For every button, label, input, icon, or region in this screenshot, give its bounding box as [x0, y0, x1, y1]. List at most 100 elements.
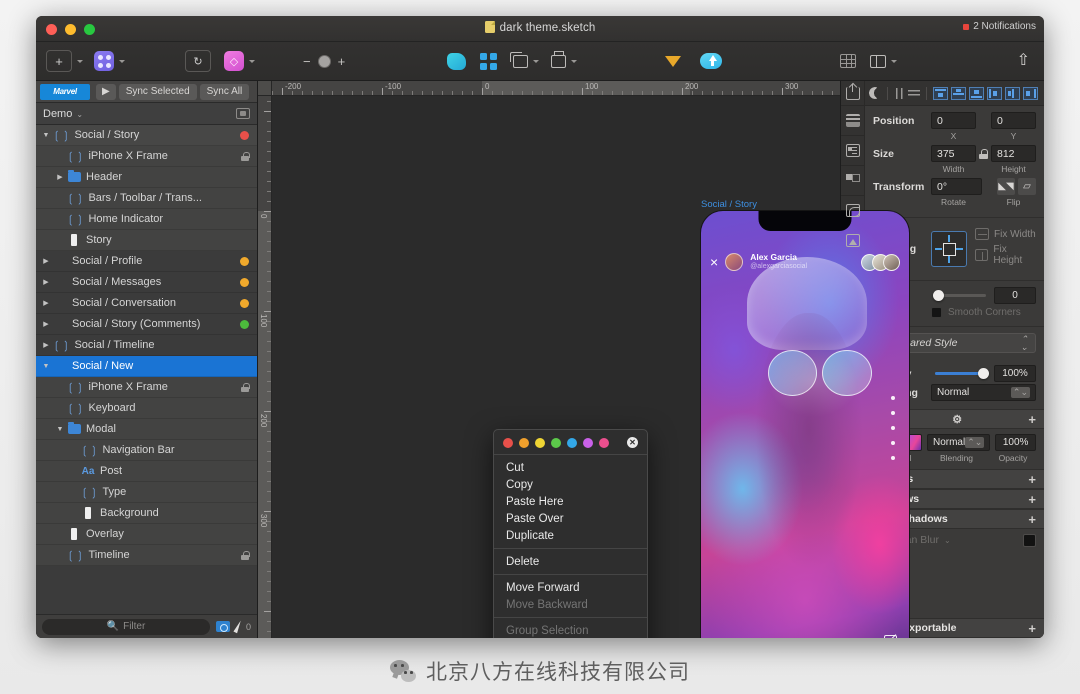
- align-left-icon[interactable]: [987, 86, 1002, 100]
- radius-input[interactable]: 0: [994, 287, 1036, 304]
- sync-all-button[interactable]: Sync All: [199, 83, 250, 100]
- layer-row[interactable]: Header: [36, 167, 257, 188]
- layer-row[interactable]: Aa Post: [36, 461, 257, 482]
- align-right-icon[interactable]: [1023, 86, 1038, 100]
- layer-row[interactable]: ❲❳Social / Timeline: [36, 335, 257, 356]
- camera-icon[interactable]: [215, 621, 230, 632]
- layer-row[interactable]: ❲❳Social / Story: [36, 125, 257, 146]
- context-menu-item[interactable]: Move Forward: [494, 579, 647, 596]
- canvas[interactable]: -300-200-1000100200300400500600 01002003…: [258, 81, 909, 638]
- sketch-cloud-icon[interactable]: [665, 55, 682, 67]
- chevron-down-icon[interactable]: [40, 132, 52, 139]
- view-layout-chevron-down-icon[interactable]: [891, 59, 898, 63]
- insert-chevron-down-icon[interactable]: [77, 59, 83, 63]
- context-menu-item[interactable]: Paste Over: [494, 510, 647, 527]
- pen-icon[interactable]: [233, 619, 243, 634]
- fix-width-option[interactable]: Fix Width: [975, 228, 1036, 240]
- layer-row[interactable]: ❲❳ iPhone X Frame: [36, 377, 257, 398]
- context-color-swatch[interactable]: [519, 437, 529, 448]
- context-color-swatch[interactable]: [583, 437, 593, 448]
- mask-icon[interactable]: [447, 52, 467, 70]
- align-middle-icon[interactable]: [951, 86, 966, 100]
- insert-icon[interactable]: +: [46, 50, 72, 72]
- view-layout-icon[interactable]: [870, 54, 887, 68]
- context-menu-color-row[interactable]: ✕: [494, 430, 647, 455]
- context-color-swatch[interactable]: [503, 437, 513, 448]
- position-x-input[interactable]: 0: [931, 112, 976, 129]
- zoom-reset-icon[interactable]: [318, 55, 330, 67]
- grid-icon[interactable]: [480, 52, 498, 70]
- squares-icon[interactable]: [841, 166, 864, 196]
- fix-height-option[interactable]: Fix Height: [975, 244, 1036, 266]
- add-fill-button[interactable]: +: [1028, 413, 1036, 426]
- avatar-group[interactable]: [861, 253, 900, 271]
- opacity-slider[interactable]: [935, 368, 989, 379]
- alignment-toolbar[interactable]: [865, 81, 1044, 106]
- lock-icon[interactable]: [241, 382, 250, 392]
- horizontal-ruler[interactable]: -300-200-1000100200300400500600: [258, 81, 840, 96]
- layer-row[interactable]: ❲❳ Bars / Toolbar / Trans...: [36, 188, 257, 209]
- close-icon[interactable]: ×: [710, 255, 718, 269]
- context-menu[interactable]: ✕ Cut Copy Paste Here Paste Over Duplicate De…: [493, 429, 648, 638]
- fill-blending-select[interactable]: Normal ⌃⌄: [926, 434, 991, 451]
- flip-vertical-icon[interactable]: ▱: [1018, 178, 1036, 195]
- chevron-right-icon[interactable]: [40, 278, 52, 286]
- lock-icon[interactable]: [241, 550, 250, 560]
- components-chevron-down-icon[interactable]: [119, 59, 125, 63]
- avatar[interactable]: [725, 253, 744, 271]
- opacity-input[interactable]: 100%: [994, 365, 1036, 382]
- layer-row[interactable]: Social / Profile: [36, 251, 257, 272]
- export-icon[interactable]: ⇧: [1017, 53, 1030, 69]
- chevron-right-icon[interactable]: [40, 320, 52, 328]
- add-border-button[interactable]: +: [1028, 473, 1036, 486]
- pixel-grid-icon[interactable]: [840, 54, 857, 68]
- rotate-copy2-chevron-down-icon[interactable]: [571, 59, 578, 63]
- notifications-indicator[interactable]: 2 Notifications: [963, 21, 1036, 32]
- layer-row[interactable]: ❲❳ Type: [36, 482, 257, 503]
- export-icon[interactable]: [841, 81, 864, 106]
- distribute-vertical-icon[interactable]: [908, 88, 920, 98]
- layer-row[interactable]: Social / Story (Comments): [36, 314, 257, 335]
- symbol-icon[interactable]: ◇: [224, 51, 244, 71]
- components-icon[interactable]: [94, 51, 114, 71]
- gear-icon[interactable]: ⚙: [952, 413, 962, 426]
- size-height-input[interactable]: 812: [991, 145, 1036, 162]
- moon-icon[interactable]: [869, 87, 881, 99]
- rotate-copy2-icon[interactable]: [551, 50, 567, 68]
- group-icon[interactable]: [510, 51, 529, 68]
- distribute-horizontal-icon[interactable]: [894, 87, 905, 99]
- add-inner-shadow-button[interactable]: +: [1028, 513, 1036, 526]
- layer-row[interactable]: ❲❳ Navigation Bar: [36, 440, 257, 461]
- artboard-label[interactable]: Social / Story: [701, 199, 757, 210]
- layer-row[interactable]: Social / New: [36, 356, 257, 377]
- radius-slider[interactable]: [933, 290, 986, 301]
- flip-horizontal-icon[interactable]: ◣◥: [997, 178, 1015, 195]
- rotate-input[interactable]: 0°: [931, 178, 982, 195]
- position-y-input[interactable]: 0: [991, 112, 1036, 129]
- chevron-down-icon[interactable]: [54, 426, 66, 433]
- size-width-input[interactable]: 375: [931, 145, 976, 162]
- context-color-swatch[interactable]: [599, 437, 609, 448]
- chevron-down-icon[interactable]: [40, 363, 52, 370]
- add-export-button[interactable]: +: [1028, 622, 1036, 635]
- zoom-out-icon[interactable]: −: [303, 54, 311, 69]
- layer-row[interactable]: ❲❳ Timeline: [36, 545, 257, 566]
- list-view-icon[interactable]: [841, 136, 864, 166]
- context-menu-item[interactable]: Duplicate: [494, 527, 647, 544]
- layer-row[interactable]: ❲❳ Home Indicator: [36, 209, 257, 230]
- context-color-swatch[interactable]: [551, 437, 561, 448]
- context-menu-item[interactable]: Delete: [494, 553, 647, 570]
- artboard-social-story[interactable]: × Alex Garcia @alexgarciasocial: [701, 211, 909, 638]
- gaussian-blur-toggle[interactable]: [1023, 533, 1036, 547]
- smooth-corners-checkbox[interactable]: [931, 307, 942, 318]
- lock-icon[interactable]: [241, 151, 250, 161]
- layer-list[interactable]: ❲❳Social / Story❲❳iPhone X FrameHeader❲❳…: [36, 125, 257, 614]
- cloud-upload-icon[interactable]: [700, 53, 723, 69]
- vertical-ruler[interactable]: 0 100 200 300: [258, 96, 272, 638]
- context-menu-item[interactable]: Paste Here: [494, 493, 647, 510]
- layer-row[interactable]: Social / Messages: [36, 272, 257, 293]
- chevron-right-icon[interactable]: [40, 341, 52, 349]
- filter-input[interactable]: 🔍 Filter: [42, 618, 210, 635]
- layer-row[interactable]: ❲❳ Keyboard: [36, 398, 257, 419]
- layer-row[interactable]: ❲❳ iPhone X Frame: [36, 146, 257, 167]
